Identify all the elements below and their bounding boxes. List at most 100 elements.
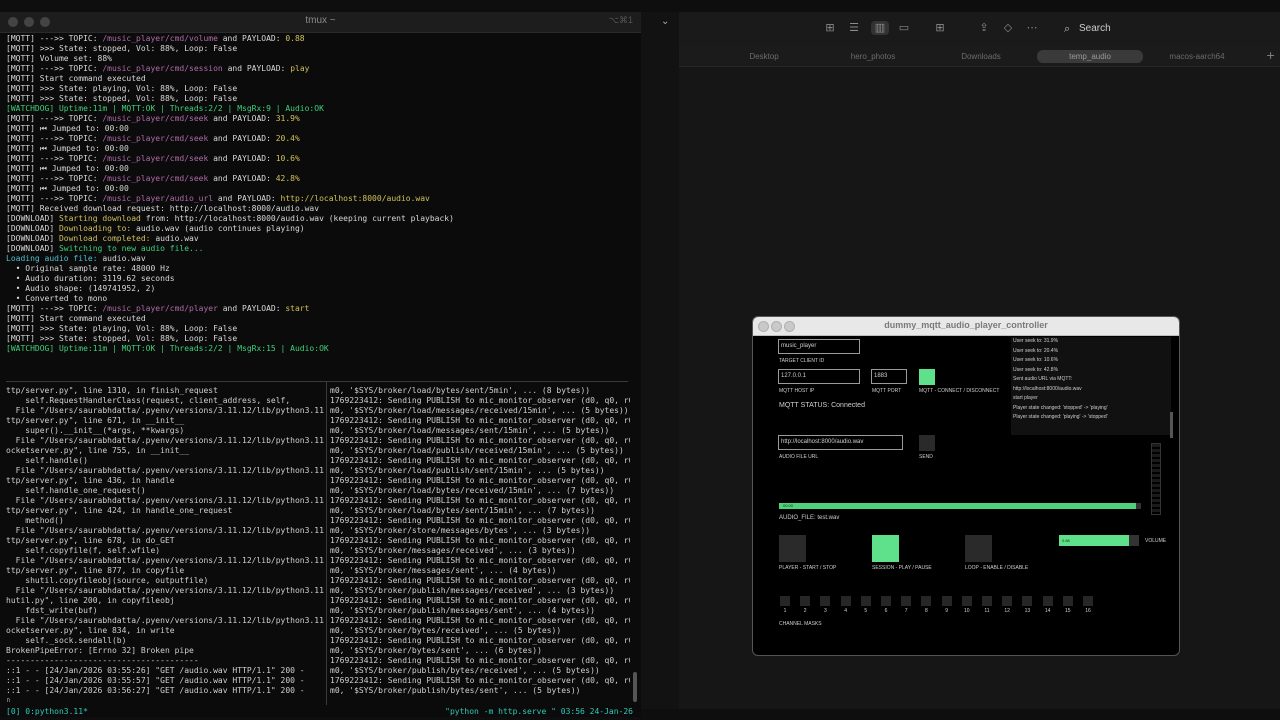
controller-window[interactable]: dummy_mqtt_audio_player_controller music… [752, 316, 1180, 656]
channel-mask-toggle[interactable] [840, 596, 851, 606]
channel-number: 2 [803, 608, 807, 614]
terminal-line: • Converted to mono [6, 294, 636, 304]
channel-mask-toggle[interactable] [1062, 596, 1073, 606]
session-play-pause-toggle[interactable] [872, 535, 899, 562]
channel-mask-toggle[interactable] [961, 596, 972, 606]
terminal-line: [MQTT] --->> TOPIC: /music_player/cmd/se… [6, 134, 636, 144]
channel-mask-toggle[interactable] [820, 596, 831, 606]
terminal-line: ocketserver.py", line 834, in write [6, 626, 175, 635]
add-tab-button[interactable]: + [1266, 49, 1275, 62]
log-scrollbar[interactable] [1170, 412, 1173, 438]
terminal-text-segment: [MQTT] --->> TOPIC: [6, 194, 103, 203]
share-icon[interactable]: ⇪ [977, 21, 991, 35]
terminal-text-segment: /music_player/cmd/volume [102, 34, 218, 43]
tmux-window-list[interactable]: [0] 0:python3.11* [6, 707, 88, 717]
channel-mask-toggle[interactable] [881, 596, 891, 606]
terminal-text-segment: /music_player/cmd/player [102, 304, 218, 313]
tag-icon[interactable]: ◇ [1001, 21, 1015, 35]
channel-number: 7 [904, 608, 908, 614]
terminal-text-segment: [MQTT] --->> TOPIC: [6, 304, 103, 313]
terminal-line: m0, '$SYS/broker/store/messages/bytes', … [330, 526, 591, 535]
channel-mask-toggle[interactable] [921, 596, 932, 606]
playback-progress-slider[interactable]: 00:00 [779, 503, 1141, 509]
controller-titlebar[interactable]: dummy_mqtt_audio_player_controller [753, 317, 1179, 336]
column-view-icon[interactable]: ▥ [871, 21, 889, 35]
terminal-text-segment: and PAYLOAD: [208, 174, 276, 183]
terminal-text-segment: Download completed: [58, 234, 151, 243]
terminal-text-segment: and PAYLOAD: [222, 64, 291, 73]
channel-mask-toggle[interactable] [780, 596, 790, 606]
terminal-text-segment: [MQTT] --->> TOPIC: [6, 114, 103, 123]
channel-mask-toggle[interactable] [860, 596, 871, 606]
mqtt-status-text: MQTT STATUS: Connected [779, 402, 865, 409]
terminal-line: [MQTT] >>> State: stopped, Vol: 88%, Loo… [6, 44, 636, 54]
volume-slider[interactable]: 0.88 [1059, 535, 1139, 546]
channel-mask-toggle[interactable] [941, 596, 952, 606]
channel-mask-toggle[interactable] [982, 596, 992, 606]
terminal-text-segment: and PAYLOAD: [208, 134, 276, 143]
tab-downloads[interactable]: Downloads [931, 50, 1031, 63]
search-button[interactable]: Search [1079, 23, 1111, 34]
terminal-text-segment: play [290, 64, 310, 73]
channel-mask-toggle[interactable] [800, 596, 811, 606]
audio-url-input[interactable]: http://localhost:8000/audio.wav [778, 435, 903, 450]
terminal-text-segment: [MQTT] ⏮ Jumped to: 00:00 [6, 144, 129, 153]
client-id-input[interactable]: music_player [778, 339, 860, 354]
terminal-line: ::1 - - [24/Jan/2026 03:55:26] "GET /aud… [6, 666, 305, 675]
log-line: User seek to: 20.4% [1013, 347, 1059, 354]
terminal-scrollbar[interactable] [633, 672, 637, 702]
tab-temp-audio[interactable]: temp_audio [1037, 50, 1143, 63]
channel-number: 1 [783, 608, 787, 614]
tab-hero-photos[interactable]: hero_photos [823, 50, 923, 63]
mqtt-host-input[interactable]: 127.0.0.1 [778, 369, 860, 384]
mqtt-port-label: MQTT PORT [872, 388, 902, 394]
terminal-line: [MQTT] >>> State: playing, Vol: 88%, Loo… [6, 84, 636, 94]
log-line: User seek to: 31.9% [1013, 338, 1059, 344]
mqtt-port-input[interactable]: 1883 [871, 369, 907, 384]
search-icon[interactable]: ⌕ [1064, 22, 1070, 36]
terminal-text-segment: /music_player/cmd/session [102, 64, 223, 73]
player-start-stop-toggle[interactable] [779, 535, 806, 562]
mqtt-host-label: MQTT HOST IP [779, 388, 815, 394]
playback-progress-fill [779, 503, 1136, 509]
group-icon[interactable]: ⊞ [933, 21, 947, 35]
list-view-icon[interactable]: ☰ [847, 21, 861, 35]
terminal-titlebar[interactable]: tmux ~ ⌥⌘1 [0, 12, 641, 33]
tmux-pane-bottom-right[interactable]: m0, '$SYS/broker/load/bytes/sent/5min', … [330, 386, 630, 702]
channel-mask-toggle[interactable] [1022, 596, 1033, 606]
channel-number: 16 [1085, 608, 1091, 614]
terminal-line: [MQTT] ⏮ Jumped to: 00:00 [6, 184, 636, 194]
icon-view-icon[interactable]: ⊞ [823, 21, 837, 35]
channel-mask-toggle[interactable] [1042, 596, 1053, 606]
connect-toggle[interactable] [919, 369, 935, 385]
terminal-line: BrokenPipeError: [Errno 32] Broken pipe [6, 646, 194, 655]
terminal-title: tmux ~ [305, 15, 336, 26]
channel-mask-toggle[interactable] [1083, 596, 1093, 606]
vertical-slider[interactable] [1151, 443, 1161, 515]
tmux-pane-bottom-left[interactable]: ttp/server.py", line 1310, in finish_req… [6, 386, 324, 702]
terminal-window[interactable]: tmux ~ ⌥⌘1 [MQTT] --->> TOPIC: /music_pl… [0, 12, 642, 717]
tab-desktop[interactable]: Desktop [714, 50, 814, 63]
channel-mask-toggle[interactable] [901, 596, 912, 606]
tmux-pane-top[interactable]: [MQTT] --->> TOPIC: /music_player/cmd/vo… [6, 34, 636, 374]
gallery-view-icon[interactable]: ▭ [897, 21, 911, 35]
channel-mask-toggle[interactable] [1002, 596, 1013, 606]
log-console[interactable]: User seek to: 31.9% User seek to: 20.4% … [1011, 337, 1171, 435]
more-icon[interactable]: ⋯ [1025, 21, 1039, 35]
terminal-line: [MQTT] --->> TOPIC: /music_player/cmd/se… [6, 64, 636, 74]
terminal-text-segment: /music_player/cmd/seek [102, 154, 209, 163]
terminal-text-segment: [DOWNLOAD] [6, 244, 59, 253]
send-button[interactable] [919, 435, 935, 451]
terminal-text-segment: /music_player/cmd/seek [102, 174, 209, 183]
channel-masks-label: CHANNEL MASKS [779, 621, 822, 627]
terminal-line: 1769223412: Sending PUBLISH to mic_monit… [330, 536, 630, 545]
player-toggle-label: PLAYER - START / STOP [779, 565, 837, 571]
terminal-line: hutil.py", line 200, in copyfileobj [6, 596, 175, 605]
tab-macos-aarch64[interactable]: macos-aarch64 [1147, 50, 1247, 63]
loop-enable-disable-toggle[interactable] [965, 535, 992, 562]
chevron-down-icon[interactable]: ⌄ [661, 16, 669, 27]
terminal-line: ttp/server.py", line 424, in handle_one_… [6, 506, 233, 515]
channel-number: 3 [824, 608, 827, 614]
terminal-line: m0, '$SYS/broker/load/messages/sent/15mi… [330, 426, 610, 435]
terminal-shortcut: ⌥⌘1 [608, 15, 633, 25]
